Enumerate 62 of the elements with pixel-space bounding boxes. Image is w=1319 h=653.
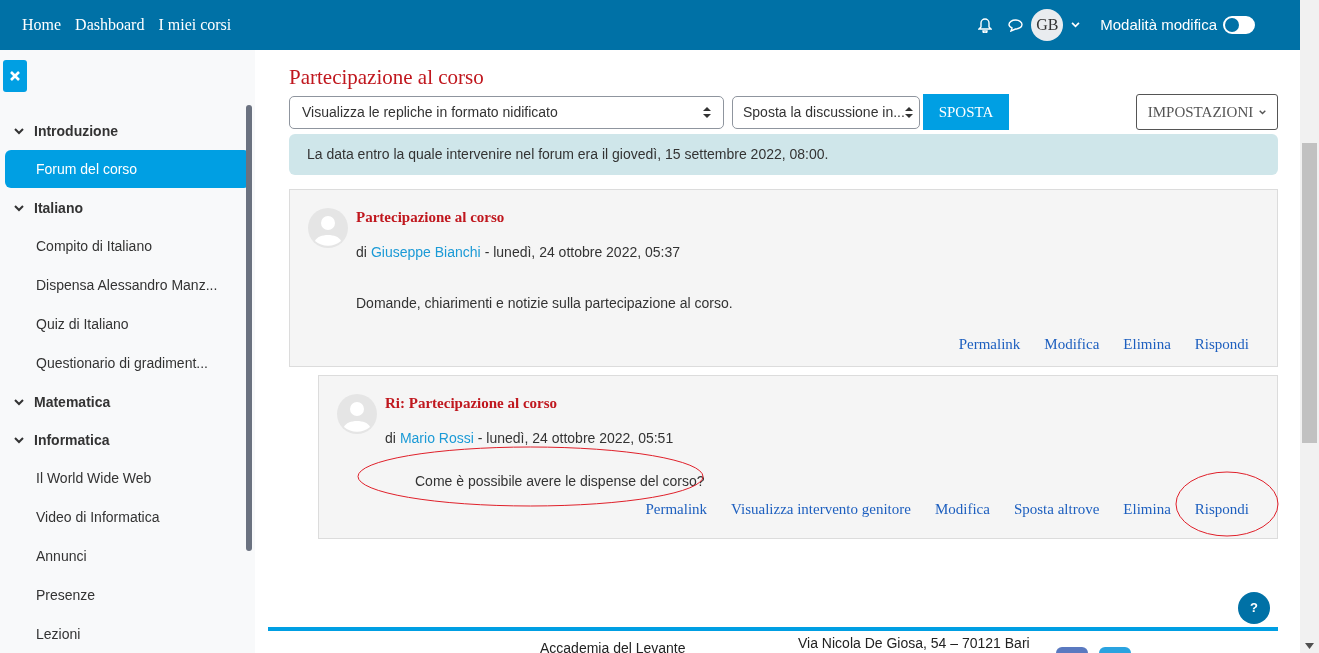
nav-link[interactable]: I miei corsi — [158, 13, 232, 37]
sidebar-item[interactable]: Compito di Italiano — [5, 227, 250, 265]
user-avatar[interactable]: GB — [1031, 9, 1064, 41]
user-silhouette-icon — [308, 208, 348, 248]
sort-arrows-icon — [904, 106, 913, 118]
post-action-link[interactable]: Permalink — [958, 332, 1021, 355]
help-button[interactable]: ? — [1238, 592, 1270, 624]
move-discussion-select[interactable]: Sposta la discussione in... — [732, 95, 920, 129]
sort-arrows-icon — [703, 106, 711, 118]
page-title: Partecipazione al corso — [289, 64, 485, 91]
deadline-notice: La data entro la quale intervenire nel forum era il giovedì, 15 settembre 2022, 08:00. — [289, 134, 1278, 175]
user-silhouette-icon — [337, 394, 377, 434]
footer-organization: Accademia del Levante — [540, 639, 686, 653]
nav-link[interactable]: Home — [22, 13, 62, 37]
sidebar-item[interactable]: Presenze — [5, 576, 250, 614]
close-icon — [10, 71, 20, 81]
post-title: Ri: Partecipazione al corso — [385, 394, 559, 413]
sidebar-item[interactable]: Annunci — [5, 537, 250, 575]
footer-address: Via Nicola De Giosa, 54 – 70121 Bari — [798, 634, 1030, 653]
sidebar-item[interactable]: Lezioni — [5, 615, 250, 653]
post-title: Partecipazione al corso — [356, 208, 506, 227]
section-title[interactable]: Matematica — [34, 391, 111, 413]
post-action-link[interactable]: Sposta altrove — [1013, 497, 1100, 520]
section-heading[interactable]: Italiano — [0, 189, 255, 227]
chat-bubble-icon[interactable] — [1008, 18, 1024, 32]
post-action-link[interactable]: Rispondi — [1194, 332, 1249, 355]
sidebar-item[interactable]: Video di Informatica — [5, 498, 250, 536]
post-message: Come è possibile avere le dispense del corso? — [415, 471, 706, 491]
post-action-link[interactable]: Elimina — [1123, 332, 1171, 355]
sidebar-item[interactable]: Dispensa Alessandro Manz... — [5, 266, 250, 304]
scroll-down-arrow-icon[interactable] — [1305, 643, 1314, 649]
sidebar-item[interactable]: Il World Wide Web — [5, 459, 250, 497]
post-message: Domande, chiarimenti e notizie sulla partecipazione al corso. — [356, 293, 734, 313]
post-action-link[interactable]: Modifica — [1044, 332, 1100, 355]
sidebar-item[interactable]: Questionario di gradiment... — [5, 344, 250, 382]
author-prefix: di — [356, 242, 367, 262]
post-action-link[interactable]: Visualizza intervento genitore — [731, 497, 911, 520]
chevron-down-icon — [1259, 109, 1267, 115]
section-title[interactable]: Informatica — [34, 429, 110, 451]
section-heading[interactable]: Matematica — [0, 383, 255, 421]
post-action-link[interactable]: Rispondi — [1194, 497, 1249, 520]
post-date: - lunedì, 24 ottobre 2022, 05:37 — [484, 242, 681, 262]
section-heading[interactable]: Introduzione — [0, 112, 255, 150]
display-mode-select[interactable]: Visualizza le repliche in formato nidificato — [289, 95, 724, 129]
section-heading[interactable]: Informatica — [0, 421, 255, 459]
sidebar-item[interactable]: Quiz di Italiano — [5, 305, 250, 343]
scrollbar-thumb[interactable] — [246, 105, 252, 551]
edit-mode-label: Modalità modifica — [1100, 14, 1217, 35]
bell-icon[interactable] — [978, 17, 993, 33]
edit-mode-toggle[interactable] — [1223, 16, 1255, 34]
post-date: - lunedì, 24 ottobre 2022, 05:51 — [477, 428, 674, 448]
settings-dropdown-button[interactable]: IMPOSTAZIONI — [1136, 94, 1278, 130]
chevron-down-icon[interactable] — [1071, 22, 1081, 28]
scrollbar-thumb[interactable] — [1302, 143, 1317, 443]
post-action-link[interactable]: Permalink — [645, 497, 708, 520]
post-action-link[interactable]: Elimina — [1123, 497, 1171, 520]
nav-link[interactable]: Dashboard — [75, 13, 145, 37]
post-action-link[interactable]: Modifica — [934, 497, 990, 520]
section-title[interactable]: Italiano — [34, 197, 83, 219]
close-sidebar-button[interactable] — [3, 60, 27, 92]
author-prefix: di — [385, 428, 396, 448]
section-title[interactable]: Introduzione — [34, 120, 118, 142]
